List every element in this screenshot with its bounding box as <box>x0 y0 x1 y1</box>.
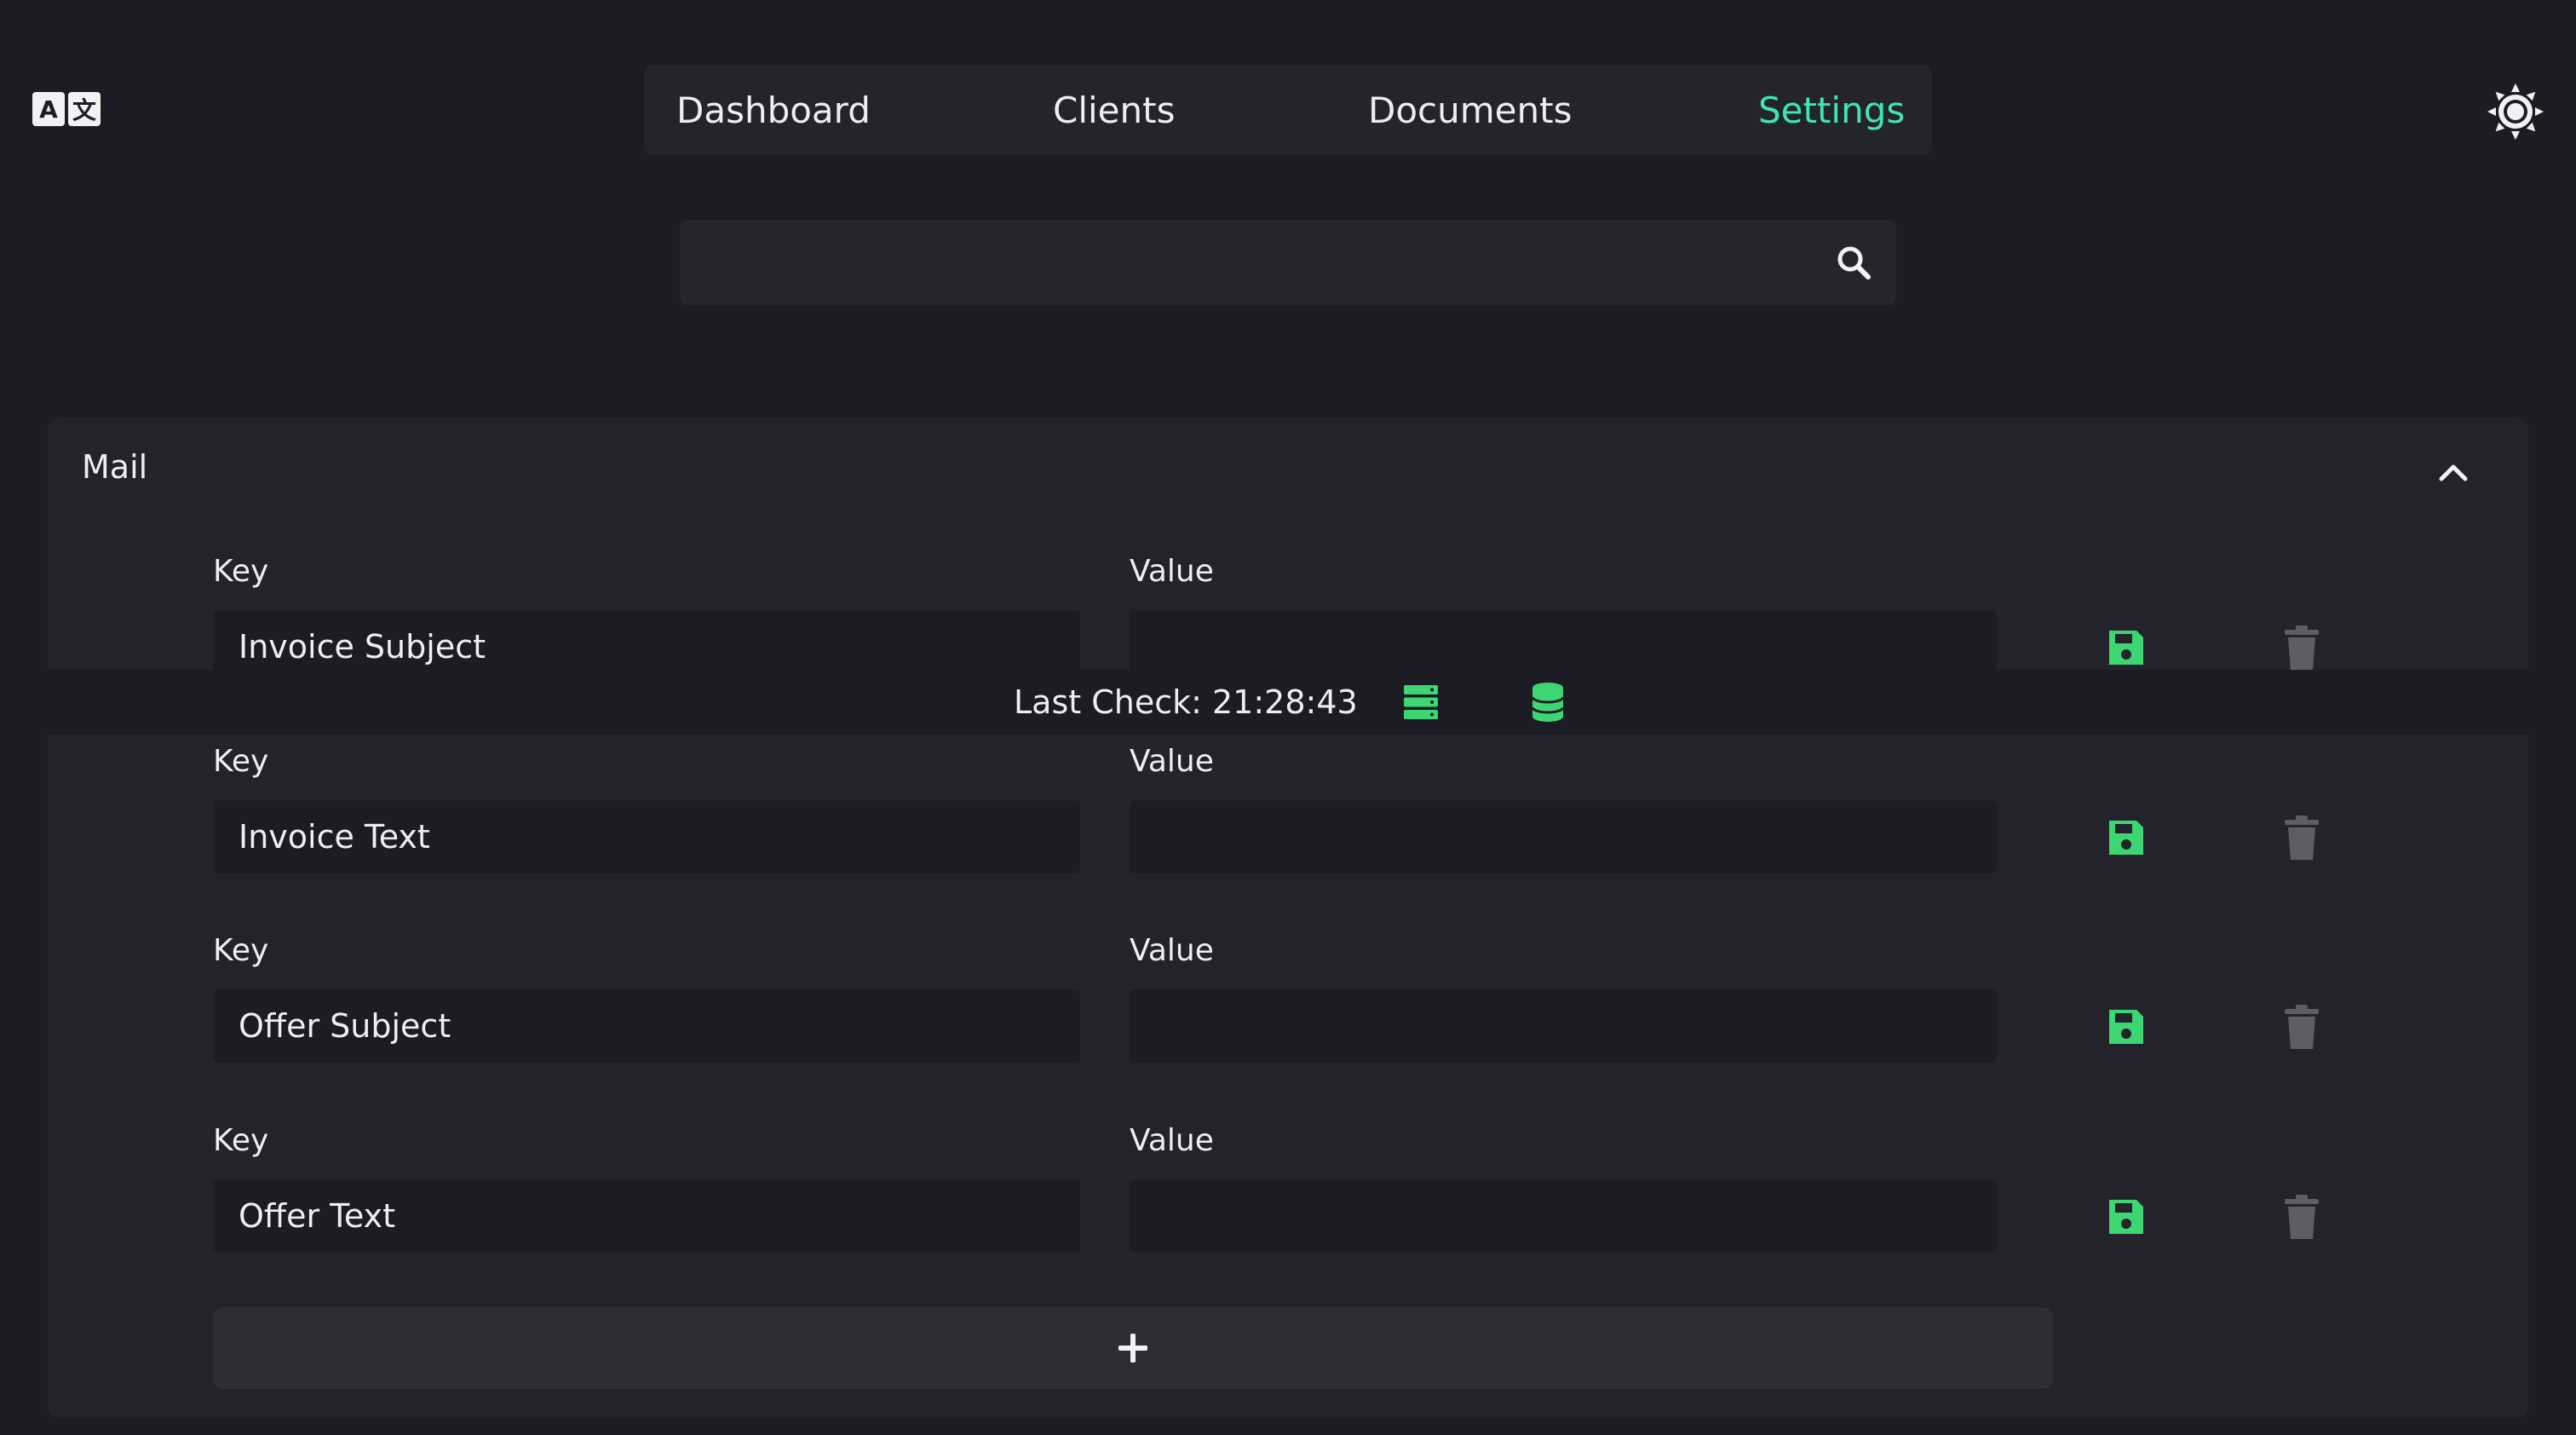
value-input[interactable] <box>1130 800 1997 873</box>
value-input[interactable] <box>1130 1179 1997 1253</box>
last-check-text: Last Check: 21:28:43 <box>1014 683 1358 721</box>
key-label: Key <box>213 1123 269 1158</box>
main-nav: Dashboard Clients Documents Settings <box>644 65 1932 155</box>
trash-icon[interactable] <box>2283 1005 2320 1049</box>
trash-icon[interactable] <box>2283 625 2320 670</box>
save-icon[interactable] <box>2106 627 2147 668</box>
sun-icon <box>2487 84 2544 140</box>
nav-dashboard[interactable]: Dashboard <box>676 65 871 155</box>
nav-documents[interactable]: Documents <box>1368 65 1572 155</box>
translate-icon-cjk: 文 <box>68 92 101 126</box>
save-icon[interactable] <box>2106 1196 2147 1237</box>
status-bar: Last Check: 21:28:43 <box>48 670 2528 735</box>
save-icon[interactable] <box>2106 1006 2147 1047</box>
language-toggle-button[interactable]: A 文 <box>32 92 101 130</box>
theme-toggle-button[interactable] <box>2487 84 2544 140</box>
value-label: Value <box>1130 933 1214 968</box>
translate-icon-latin: A <box>32 92 65 126</box>
setting-row: Key Value <box>48 744 2528 923</box>
database-icon[interactable] <box>1532 682 1564 723</box>
key-label: Key <box>213 744 269 779</box>
key-input[interactable] <box>213 800 1080 873</box>
setting-row: Key Value <box>48 1123 2528 1302</box>
key-input[interactable] <box>213 1179 1080 1253</box>
key-label: Key <box>213 554 269 589</box>
value-input[interactable] <box>1130 989 1997 1063</box>
search-bar <box>680 220 1896 305</box>
mail-settings-panel: Mail Key Value Key Value <box>48 418 2528 1418</box>
search-input[interactable] <box>680 220 1787 305</box>
key-label: Key <box>213 933 269 968</box>
panel-title: Mail <box>82 448 148 486</box>
trash-icon[interactable] <box>2283 815 2320 860</box>
trash-icon[interactable] <box>2283 1195 2320 1239</box>
save-icon[interactable] <box>2106 817 2147 858</box>
value-label: Value <box>1130 554 1214 589</box>
nav-clients[interactable]: Clients <box>1053 65 1175 155</box>
nav-settings[interactable]: Settings <box>1758 65 1905 155</box>
search-icon[interactable] <box>1835 244 1872 281</box>
setting-row: Key Value <box>48 933 2528 1112</box>
add-setting-button[interactable] <box>213 1307 2053 1389</box>
server-icon[interactable] <box>1402 683 1440 721</box>
value-label: Value <box>1130 744 1214 779</box>
key-input[interactable] <box>213 989 1080 1063</box>
plus-icon <box>1118 1334 1147 1363</box>
chevron-up-icon[interactable] <box>2429 448 2477 496</box>
value-label: Value <box>1130 1123 1214 1158</box>
